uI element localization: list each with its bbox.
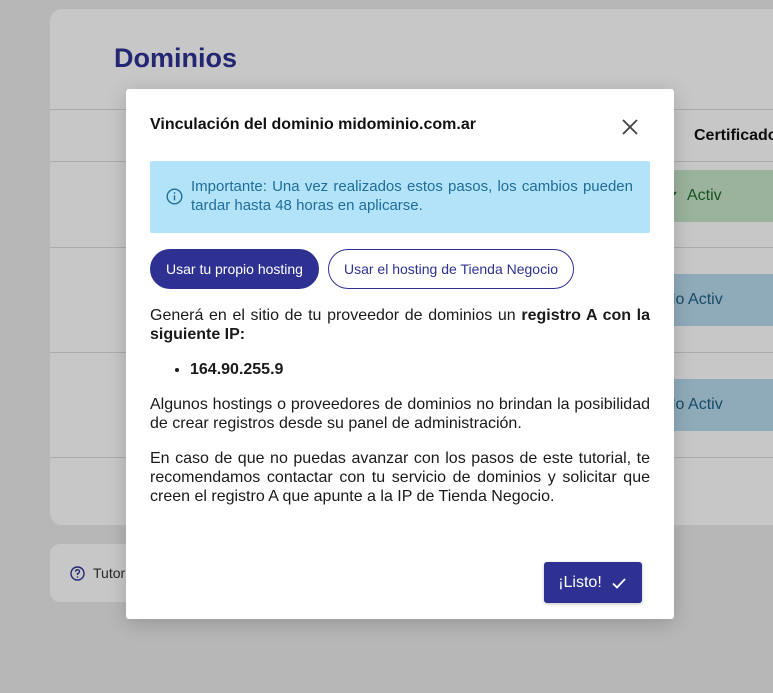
ip-address: 164.90.255.9 (190, 360, 650, 379)
alert-text: Importante: Una vez realizados estos pas… (191, 178, 633, 214)
hosting-note: Algunos hostings o proveedores de domini… (150, 396, 650, 432)
ip-list: 164.90.255.9 (190, 360, 650, 379)
info-icon (166, 188, 183, 205)
confirm-button[interactable]: ¡Listo! (544, 562, 642, 603)
tab-own-hosting[interactable]: Usar tu propio hosting (150, 249, 319, 289)
check-icon (612, 577, 626, 589)
support-note: En caso de que no puedas avanzar con los… (150, 450, 650, 505)
hosting-options: Usar tu propio hosting Usar el hosting d… (150, 249, 574, 289)
close-button[interactable] (618, 115, 642, 139)
instruction-prefix: Generá en el sitio de tu proveedor de do… (150, 307, 522, 324)
close-icon (622, 119, 638, 135)
modal-title: Vinculación del dominio midominio.com.ar (150, 116, 476, 133)
instructions: Generá en el sitio de tu proveedor de do… (150, 306, 650, 522)
domain-link-modal: Vinculación del dominio midominio.com.ar… (126, 89, 674, 619)
tab-tienda-negocio-hosting[interactable]: Usar el hosting de Tienda Negocio (327, 249, 574, 289)
instruction-text: Generá en el sitio de tu proveedor de do… (150, 306, 650, 344)
confirm-label: ¡Listo! (558, 573, 602, 591)
important-alert: Importante: Una vez realizados estos pas… (150, 161, 650, 233)
